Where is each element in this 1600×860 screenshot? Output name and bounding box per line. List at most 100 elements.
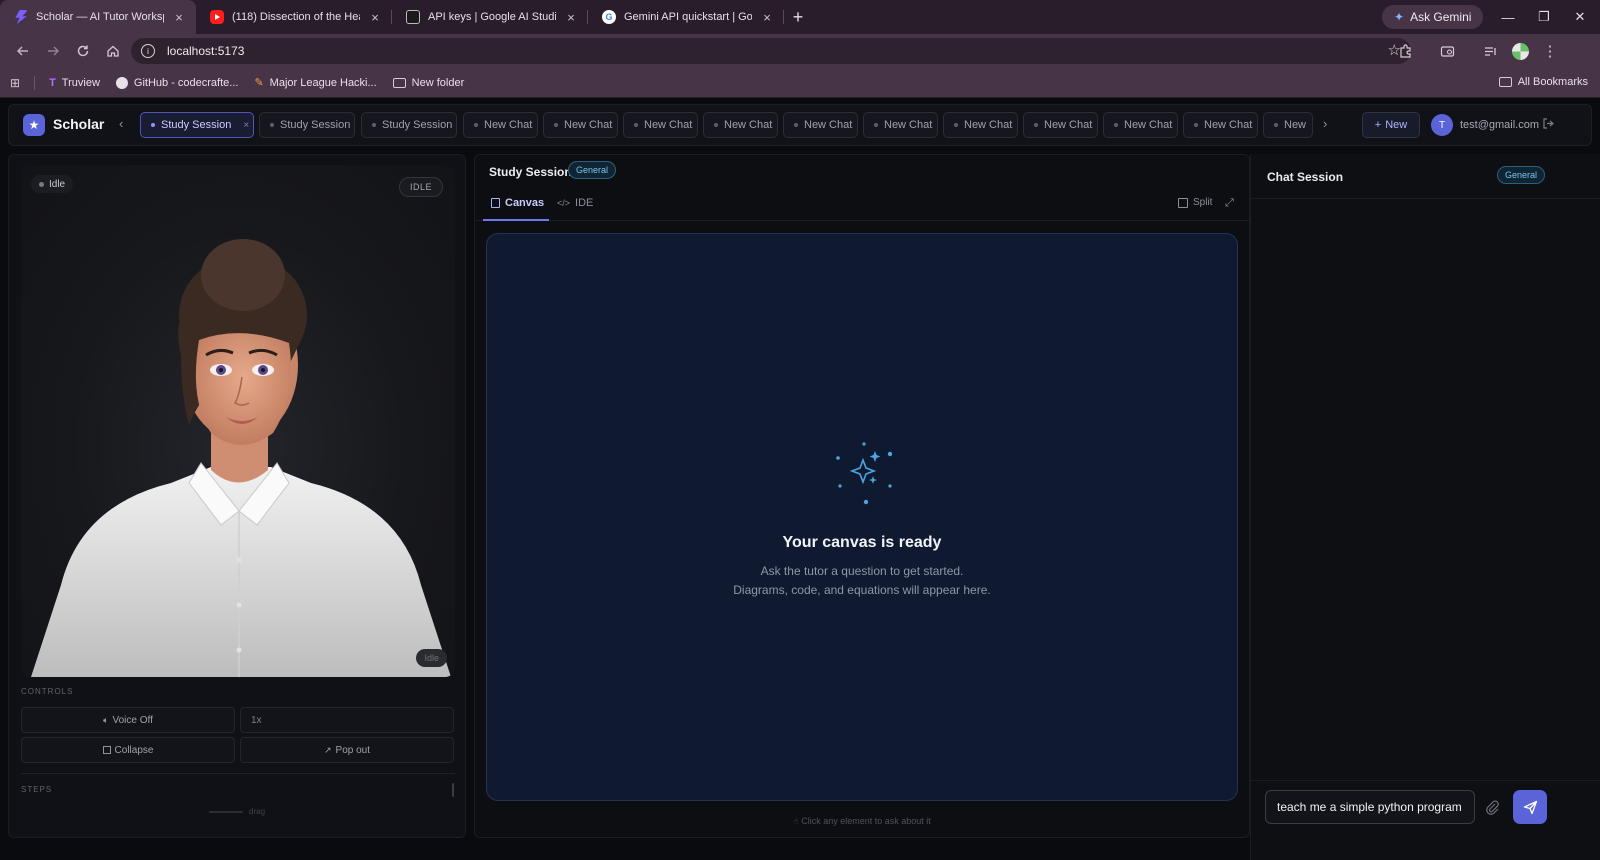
chat-tab[interactable]: New Chat	[543, 112, 618, 138]
new-chat-button[interactable]: + New	[1362, 112, 1420, 138]
bookmark-label: New folder	[411, 76, 465, 89]
github-icon	[115, 76, 128, 89]
tab-canvas[interactable]: Canvas	[491, 197, 544, 209]
bookmark-new-folder[interactable]: New folder	[392, 76, 465, 89]
chat-tab-label: New	[1284, 119, 1307, 131]
chat-tab-label: New Chat	[564, 119, 613, 131]
tab-canvas-label: Canvas	[505, 197, 545, 209]
composer-divider	[1251, 780, 1600, 781]
chat-tab[interactable]: New Chat	[943, 112, 1018, 138]
new-tab-button[interactable]: +	[784, 3, 812, 31]
chat-tab[interactable]: Study Session	[259, 112, 355, 138]
bookmark-truview[interactable]: T Truview	[49, 77, 100, 89]
steps-scrollbar[interactable]	[452, 783, 454, 797]
minimize-window-button[interactable]: —	[1490, 0, 1526, 34]
bookmarks-divider	[34, 75, 36, 90]
chat-tab-dot	[1114, 123, 1118, 127]
chat-tab[interactable]: New Chat	[863, 112, 938, 138]
chat-tab[interactable]: New Chat	[623, 112, 698, 138]
chat-messages	[1251, 199, 1600, 779]
folder-icon	[1498, 77, 1512, 87]
url-text: localhost:5173	[167, 44, 245, 58]
chat-tab-active[interactable]: Study Session ×	[140, 112, 254, 138]
split-view-button[interactable]: Split	[1178, 197, 1212, 208]
app-header: ★ Scholar ‹ Study Session × Study Sessio…	[8, 104, 1592, 146]
chat-tab[interactable]: New Chat	[1023, 112, 1098, 138]
voice-toggle-button[interactable]: 🔈︎ Voice Off	[21, 707, 235, 733]
bookmark-mlh[interactable]: ✎ Major League Hacki...	[254, 76, 376, 90]
tab-search-icon[interactable]	[1432, 36, 1462, 66]
browser-tab-scholar[interactable]: Scholar — AI Tutor Workspace ×	[0, 0, 196, 34]
chat-tab-label: New Chat	[644, 119, 693, 131]
chat-tab[interactable]: New Chat	[703, 112, 778, 138]
scholar-logo-icon: ★	[23, 114, 45, 136]
close-tab-icon[interactable]: ×	[368, 10, 382, 25]
chat-tab-dot	[954, 123, 958, 127]
restore-window-button[interactable]: ❐	[1526, 0, 1562, 34]
bookmark-label: Truview	[61, 76, 100, 89]
browser-tab-youtube[interactable]: (118) Dissection of the Heart: A ×	[196, 0, 392, 34]
chat-tab[interactable]: New Chat	[783, 112, 858, 138]
chat-tab[interactable]: New Chat	[463, 112, 538, 138]
reading-list-icon[interactable]	[1475, 36, 1505, 66]
tab-ide[interactable]: </> IDE	[557, 197, 593, 209]
collapse-button[interactable]: Collapse	[21, 737, 235, 763]
ask-gemini-button[interactable]: ✦ Ask Gemini	[1382, 5, 1484, 29]
chat-tab-label: Study Session	[161, 119, 232, 131]
apps-grid-icon[interactable]: ⊞	[10, 76, 20, 90]
chat-input[interactable]: teach me a simple python program	[1265, 790, 1475, 824]
chat-title: Chat Session	[1267, 170, 1344, 184]
scholar-app: ★ Scholar ‹ Study Session × Study Sessio…	[0, 98, 1600, 860]
reload-icon[interactable]	[68, 36, 98, 66]
browser-menu-icon[interactable]: ⋮	[1535, 36, 1565, 66]
browser-tab-ai-studio[interactable]: API keys | Google AI Studio ×	[392, 0, 588, 34]
browser-tab-gemini-docs[interactable]: G Gemini API quickstart | Google ×	[588, 0, 784, 34]
expand-icon[interactable]: ⤢	[1225, 197, 1234, 210]
close-tab-icon[interactable]: ×	[760, 10, 774, 25]
controls-heading: CONTROLS	[21, 687, 74, 696]
drag-handle[interactable]: drag	[209, 807, 265, 816]
extensions-icon[interactable]	[1390, 36, 1420, 66]
chat-tab[interactable]: New Chat	[1183, 112, 1258, 138]
chat-tab-label: Study Session	[382, 119, 453, 131]
forward-icon[interactable]	[38, 36, 68, 66]
pop-out-button[interactable]: ↗ Pop out	[240, 737, 454, 763]
ask-gemini-label: Ask Gemini	[1410, 10, 1472, 24]
back-icon[interactable]	[8, 36, 38, 66]
chat-topic-tag: General	[1497, 166, 1546, 184]
voice-toggle-label: Voice Off	[112, 714, 153, 726]
home-icon[interactable]	[98, 36, 128, 66]
close-tab-icon[interactable]: ×	[172, 10, 186, 25]
bookmark-github[interactable]: GitHub - codecrafte...	[115, 76, 239, 89]
avatar-panel: Idle IDLE Idle CONTROLS 🔈︎ Voice Off 1x …	[8, 154, 466, 838]
scroll-tabs-left-icon[interactable]: ‹	[119, 116, 123, 131]
close-tab-icon[interactable]: ×	[564, 10, 578, 25]
chat-tab[interactable]: New Chat	[1103, 112, 1178, 138]
scroll-tabs-right-icon[interactable]: ›	[1323, 116, 1327, 131]
chat-tab[interactable]: Study Session	[361, 112, 457, 138]
speed-select[interactable]: 1x	[240, 707, 454, 733]
close-chat-tab-icon[interactable]: ×	[243, 120, 249, 131]
chat-tab-dot	[151, 123, 155, 127]
section-divider	[21, 773, 455, 774]
active-tab-underline	[483, 219, 549, 221]
chat-tab-dot	[1034, 123, 1038, 127]
send-button[interactable]	[1513, 790, 1547, 824]
browser-tab-title: Gemini API quickstart | Google	[624, 11, 752, 23]
chat-tab-dot	[372, 123, 376, 127]
canvas-hint-label: Click any element to ask about it	[801, 816, 931, 826]
logout-icon[interactable]	[1542, 117, 1555, 130]
tab-ide-label: IDE	[575, 197, 594, 209]
chat-tab[interactable]: New	[1263, 112, 1313, 138]
canvas-icon	[491, 198, 500, 208]
canvas-area[interactable]: Your canvas is ready Ask the tutor a que…	[486, 233, 1238, 801]
all-bookmarks-button[interactable]: All Bookmarks	[1498, 76, 1588, 88]
profile-avatar-icon[interactable]	[1505, 36, 1535, 66]
site-info-icon[interactable]: i	[141, 44, 155, 58]
user-avatar[interactable]: T	[1431, 114, 1453, 136]
paperclip-icon[interactable]	[1485, 799, 1499, 815]
close-window-button[interactable]: ✕	[1562, 0, 1598, 34]
bookmark-label: GitHub - codecrafte...	[133, 76, 239, 89]
workspace-tabs: Canvas </> IDE Split ⤢	[475, 189, 1249, 221]
address-bar[interactable]: i localhost:5173 ☆	[131, 38, 1411, 64]
